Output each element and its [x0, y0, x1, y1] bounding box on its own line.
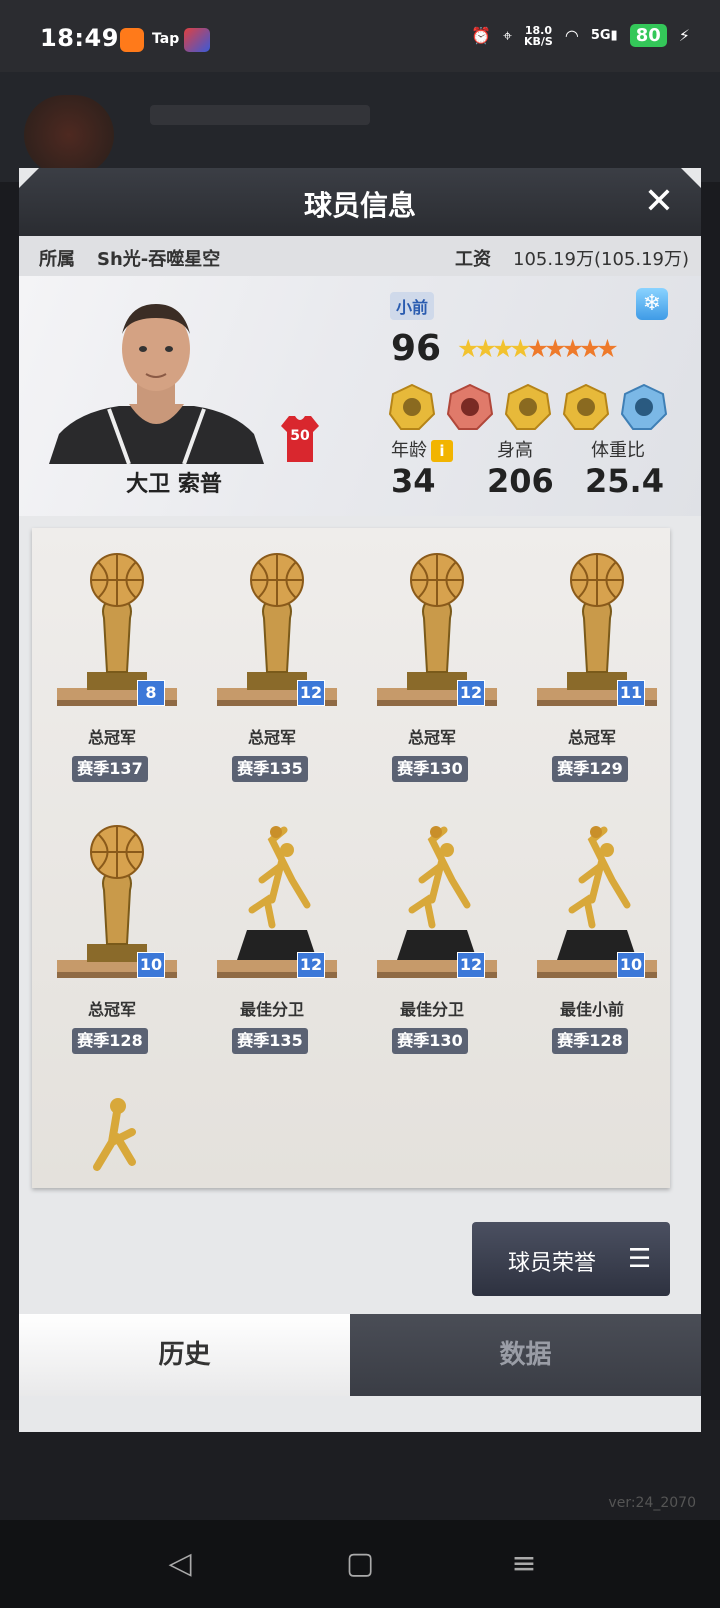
status-time: 18:49	[40, 24, 119, 52]
trophy-name: 总冠军	[247, 728, 296, 747]
skill-badge-icon[interactable]	[563, 384, 609, 430]
trophy-panel: 8 总冠军 赛季137 12 总冠军 赛季135 12 总冠军 赛季130 11 总冠军 赛季129 1…	[32, 528, 670, 1188]
trophy-name: 最佳小前	[559, 1000, 624, 1019]
player-honor-button[interactable]: 球员荣誉 ☰	[472, 1222, 670, 1296]
trophy-item[interactable]	[42, 1092, 182, 1188]
version-label: ver:24_2070	[608, 1495, 696, 1511]
skill-badge-icon[interactable]	[447, 384, 493, 430]
background-team-name	[150, 105, 370, 125]
star-rating: ★★★★★★★★★	[457, 334, 619, 363]
modal-title: 球员信息	[303, 189, 416, 222]
trophy-name: 最佳分卫	[399, 1000, 464, 1019]
trophy-level: 11	[617, 680, 645, 706]
info-icon[interactable]: i	[431, 440, 453, 462]
age-label-group: 年龄 i	[391, 436, 453, 462]
trophy-level: 12	[297, 952, 325, 978]
trophy-name: 总冠军	[567, 728, 616, 747]
player-name: 大卫 索普	[126, 472, 222, 497]
trophy-name: 总冠军	[87, 728, 136, 747]
trophy-item[interactable]: 8 总冠军赛季137	[42, 548, 182, 788]
salary-label: 工资	[455, 249, 491, 270]
weight-label: 体重比	[591, 440, 645, 461]
jersey-icon: 50	[281, 416, 319, 462]
trophy-level: 12	[457, 952, 485, 978]
trophy-level: 10	[617, 952, 645, 978]
trophy-name: 最佳分卫	[239, 1000, 304, 1019]
skill-badge-icon[interactable]	[389, 384, 435, 430]
skill-badge-icon[interactable]	[505, 384, 551, 430]
trophy-level: 12	[297, 680, 325, 706]
trophy-level: 10	[137, 952, 165, 978]
affiliation-value: Sh光-吞噬星空	[97, 249, 221, 270]
network-speed: 18.0 KB/S	[524, 23, 553, 48]
age-value: 34	[391, 462, 436, 500]
player-rating: 96	[391, 328, 442, 369]
trophy-item[interactable]: 10 总冠军赛季128	[42, 820, 182, 1060]
trophy-level: 12	[457, 680, 485, 706]
trophy-item[interactable]: 12 最佳分卫赛季130	[362, 820, 502, 1060]
height-value: 206	[487, 462, 554, 500]
weight-value: 25.4	[585, 462, 664, 500]
trophy-item[interactable]: 11 总冠军赛季129	[522, 548, 662, 788]
tab-history[interactable]: 历史	[19, 1314, 350, 1396]
trophy-item[interactable]: 10 最佳小前赛季128	[522, 820, 662, 1060]
position-badge: 小前	[390, 292, 435, 320]
salary-value: 105.19万(105.19万)	[513, 249, 690, 270]
game-notification-icon	[184, 28, 210, 52]
background-team-logo	[24, 95, 114, 175]
trophy-season: 赛季137	[72, 756, 148, 782]
close-button[interactable]: ✕	[639, 182, 679, 222]
skill-badge-icon[interactable]	[621, 384, 667, 430]
trophy-season: 赛季128	[552, 1028, 628, 1054]
trophy-item[interactable]: 12 总冠军赛季135	[202, 548, 342, 788]
player-portrait	[49, 304, 264, 464]
height-label: 身高	[497, 440, 533, 461]
system-nav-bar: ◁ ▢ ≡	[0, 1520, 720, 1608]
recents-icon[interactable]: ≡	[502, 1542, 546, 1586]
location-icon: ⌖	[502, 25, 512, 45]
trophy-season: 赛季130	[392, 1028, 468, 1054]
menu-icon: ☰	[628, 1244, 652, 1274]
trophy-season: 赛季130	[392, 756, 468, 782]
trophy-item[interactable]: 12 总冠军赛季130	[362, 548, 502, 788]
tab-data[interactable]: 数据	[350, 1314, 701, 1396]
wifi-icon: ◠	[564, 26, 579, 45]
award-trophy-icon	[52, 1092, 182, 1188]
trophy-season: 赛季129	[552, 756, 628, 782]
status-bar: 18:49 Tap ⏰ ⌖ 18.0 KB/S ◠ 5G▮ 80 ⚡	[0, 0, 720, 72]
info-bar: 所属 Sh光-吞噬星空 工资 105.19万(105.19万)	[19, 236, 701, 276]
trophy-season: 赛季128	[72, 1028, 148, 1054]
player-info-modal: 球员信息 ✕ 所属 Sh光-吞噬星空 工资 105.19万(105.19万) 5…	[19, 168, 701, 1432]
tap-notification-icon: Tap	[152, 31, 180, 47]
trophy-season: 赛季135	[232, 1028, 308, 1054]
skill-badges	[389, 384, 667, 430]
home-icon[interactable]: ▢	[338, 1542, 382, 1586]
app-notification-icon	[120, 28, 144, 52]
charging-icon: ⚡	[678, 26, 690, 45]
battery-indicator: 80	[629, 24, 667, 47]
signal-icon: 5G▮	[590, 28, 618, 43]
trophy-name: 总冠军	[87, 1000, 136, 1019]
trophy-name: 总冠军	[407, 728, 456, 747]
trophy-item[interactable]: 12 最佳分卫赛季135	[202, 820, 342, 1060]
player-card: 50 大卫 索普 小前 ❄ 96 ★★★★★★★★★ 年龄 i 身高 体重比 34…	[19, 276, 701, 516]
jersey-number: 50	[290, 428, 310, 444]
trophy-level: 8	[137, 680, 165, 706]
alarm-icon: ⏰	[471, 26, 491, 45]
back-icon[interactable]: ◁	[158, 1542, 202, 1586]
trophy-season: 赛季135	[232, 756, 308, 782]
affiliation-label: 所属	[39, 249, 75, 270]
snowflake-icon[interactable]: ❄	[636, 288, 668, 320]
